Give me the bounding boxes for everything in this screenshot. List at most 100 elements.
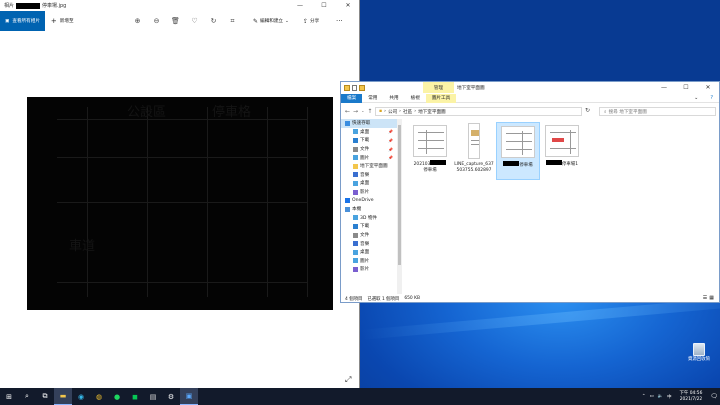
nav-item[interactable]: 下載 📌 <box>341 136 397 145</box>
file-item-selected[interactable]: 停車場 <box>496 122 540 180</box>
back-arrow-icon[interactable]: ← <box>345 108 350 115</box>
zoom-in-icon[interactable]: ⊕ <box>128 17 147 25</box>
more-options-icon[interactable]: ··· <box>336 11 343 31</box>
nav-item[interactable]: 桌面 <box>341 248 397 257</box>
network-icon[interactable]: ▭ <box>650 394 654 399</box>
task-view-icon[interactable]: ⧉ <box>36 388 54 405</box>
photos-app-icon[interactable]: ▣ <box>180 388 198 405</box>
forward-arrow-icon[interactable]: → <box>353 108 358 115</box>
minimize-button[interactable]: — <box>653 82 675 93</box>
see-all-photos-button[interactable]: ▣ 查看所有相片 <box>0 11 45 31</box>
recycle-bin-icon <box>693 343 705 356</box>
tab-file[interactable]: 檔案 <box>341 93 363 103</box>
rotate-icon[interactable]: ↻ <box>204 17 223 25</box>
nav-item[interactable]: 3D 物件 <box>341 214 397 223</box>
tab-picture-tools[interactable]: 圖片工具 <box>425 93 457 103</box>
folder-icon[interactable] <box>344 84 350 91</box>
windows-start-icon[interactable]: ⊞ <box>0 388 18 405</box>
folder-icon <box>353 258 358 264</box>
photos-icon: ▣ <box>5 18 10 24</box>
minimize-button[interactable]: — <box>288 0 312 11</box>
properties-icon[interactable] <box>352 84 357 91</box>
nav-item[interactable]: OneDrive <box>341 196 397 205</box>
search-placeholder: 搜尋 地下室平面圖 <box>608 109 647 115</box>
details-view-icon[interactable]: ☰ <box>703 295 707 301</box>
up-arrow-icon[interactable]: ↑ <box>367 108 372 115</box>
search-input[interactable]: ⌕ 搜尋 地下室平面圖 <box>599 107 716 116</box>
nav-item[interactable]: 圖片 📌 <box>341 153 397 162</box>
nav-item[interactable]: 音樂 <box>341 171 397 180</box>
chevron-down-icon[interactable]: ⌄ <box>688 94 704 103</box>
taskbar: ⊞ ⌕ ⧉ ▬ ◉ ◍ ● ◼ ▤ ⚙ ▣ ⌃ ▭ 🔈 中 下午 04:56 2… <box>0 388 720 405</box>
settings-gear-icon[interactable]: ⚙ <box>162 388 180 405</box>
chevron-down-icon[interactable]: ⌄ <box>361 108 364 115</box>
nav-item[interactable]: 快速存取 <box>341 119 397 128</box>
plus-icon: + <box>50 17 57 25</box>
add-to-button[interactable]: + 新增至 <box>51 17 74 25</box>
nav-item[interactable]: 音樂 <box>341 239 397 248</box>
spotify-icon[interactable]: ● <box>108 388 126 405</box>
zoom-out-icon[interactable]: ⊖ <box>147 17 166 25</box>
nav-item[interactable]: 圖片 <box>341 257 397 266</box>
nav-item[interactable]: 本機 <box>341 205 397 214</box>
file-item[interactable]: 停車場1 <box>540 122 584 180</box>
image-text: 車道 <box>69 239 96 254</box>
chevron-up-icon[interactable]: ⌃ <box>642 394 646 399</box>
maximize-button[interactable]: ☐ <box>675 82 697 93</box>
input-language[interactable]: 中 <box>667 394 671 400</box>
breadcrumb-item[interactable]: 公司 <box>388 109 397 115</box>
photo-viewer-image[interactable]: 公設區 停車格 車道 <box>27 97 333 310</box>
heart-icon[interactable]: ♡ <box>185 17 204 25</box>
manage-context-tab[interactable]: 管理 <box>423 82 454 93</box>
help-icon[interactable]: ? <box>704 94 719 103</box>
nav-item[interactable]: 地下室平面圖 <box>341 162 397 171</box>
nav-item[interactable]: 文件 📌 <box>341 145 397 154</box>
nav-item[interactable]: 桌面 📌 <box>341 128 397 137</box>
search-icon[interactable]: ⌕ <box>18 388 36 405</box>
address-bar[interactable]: ▪ › 公司 › 社區 › 地下室平面圖 <box>375 107 582 116</box>
nav-item[interactable]: 桌面 <box>341 179 397 188</box>
share-button[interactable]: ⇪ 分享 <box>303 11 319 31</box>
nav-scrollbar[interactable] <box>397 119 402 294</box>
delete-icon[interactable]: 🗑 <box>166 17 185 25</box>
large-icons-view-icon[interactable]: ▦ <box>709 295 714 301</box>
new-folder-icon[interactable] <box>359 84 365 91</box>
file-item[interactable]: LINE_capture_637503755.602897 <box>452 122 496 180</box>
nav-item[interactable]: 文件 <box>341 231 397 240</box>
chevron-right-icon: › <box>384 109 386 114</box>
nav-item-label: 圖片 <box>360 258 370 264</box>
tab-view[interactable]: 檢視 <box>405 94 426 103</box>
nav-item-label: 快速存取 <box>352 121 371 127</box>
breadcrumb-item[interactable]: 地下室平面圖 <box>418 109 446 115</box>
clock[interactable]: 下午 04:56 2021/7/22 <box>678 391 705 402</box>
line-app-icon[interactable]: ◼ <box>126 388 144 405</box>
refresh-icon[interactable]: ↻ <box>585 107 590 114</box>
chrome-browser-icon[interactable]: ◍ <box>90 388 108 405</box>
fullscreen-icon[interactable]: ⤢ <box>345 375 351 385</box>
file-name: 停車場 <box>497 161 539 169</box>
tab-home[interactable]: 常用 <box>362 94 383 103</box>
notification-icon[interactable]: 🗨 <box>710 393 718 400</box>
chevron-right-icon: › <box>399 109 402 114</box>
maximize-button[interactable]: ☐ <box>312 0 336 11</box>
crop-icon[interactable]: ⌗ <box>223 17 242 26</box>
close-button[interactable]: ✕ <box>697 82 719 93</box>
explorer-title-bar: 管理 地下室平面圖 — ☐ ✕ <box>341 82 719 93</box>
nav-item[interactable]: 影片 <box>341 265 397 274</box>
folder-icon <box>345 198 350 204</box>
file-explorer-icon[interactable]: ▬ <box>54 388 72 405</box>
file-item[interactable]: 202103 停車場 <box>408 122 452 180</box>
edge-browser-icon[interactable]: ◉ <box>72 388 90 405</box>
close-button[interactable]: ✕ <box>336 0 360 11</box>
edit-create-button[interactable]: ✎ 編輯和建立 ⌄ <box>253 11 289 31</box>
breadcrumb-item[interactable]: 社區 <box>403 109 412 115</box>
nav-item[interactable]: 影片 <box>341 188 397 197</box>
recycle-bin-desktop-icon[interactable]: 資源回收筒 <box>682 343 716 362</box>
nav-item[interactable]: 下載 <box>341 222 397 231</box>
volume-icon[interactable]: 🔈 <box>658 394 663 399</box>
folder-icon <box>353 129 358 135</box>
add-to-label: 新增至 <box>59 19 74 24</box>
status-bar: 4 個項目 已選取 1 個項目 650 KB ☰ ▦ <box>341 294 719 303</box>
tab-share[interactable]: 共用 <box>383 94 404 103</box>
app-icon[interactable]: ▤ <box>144 388 162 405</box>
